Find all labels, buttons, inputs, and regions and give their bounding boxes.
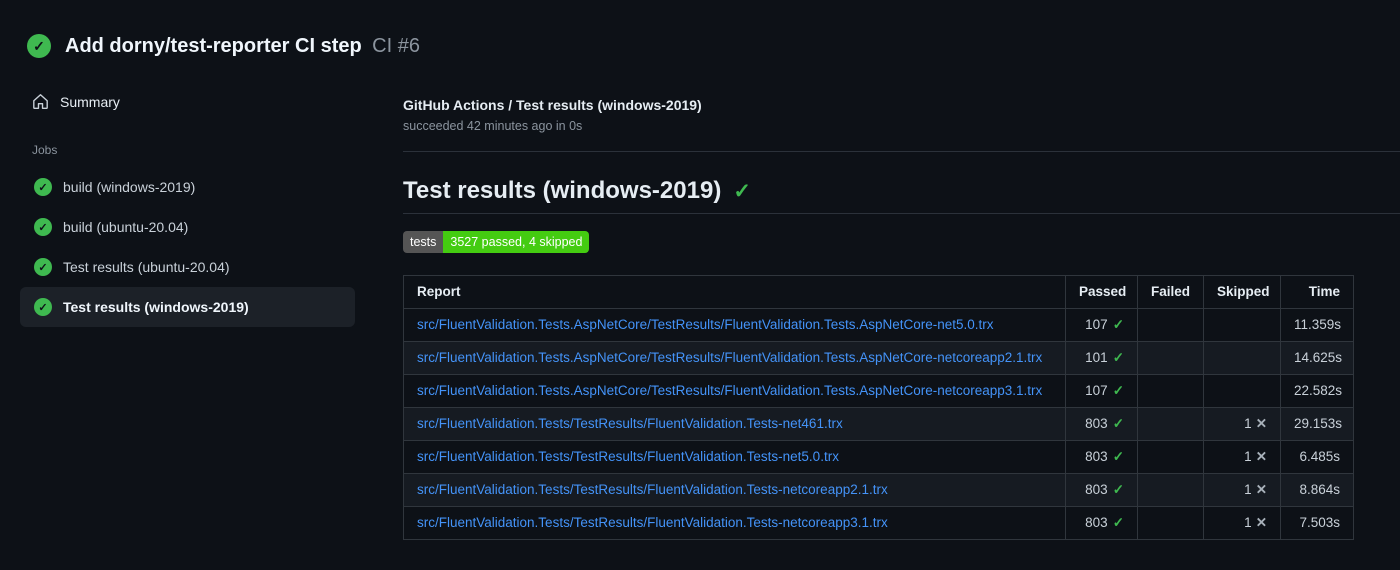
- skipped-cell: 1 ✕: [1203, 473, 1281, 507]
- skipped-cell: 1 ✕: [1203, 506, 1281, 540]
- report-link[interactable]: src/FluentValidation.Tests/TestResults/F…: [417, 416, 843, 431]
- table-row: src/FluentValidation.Tests/TestResults/F…: [403, 440, 1354, 474]
- badge-label: tests: [403, 231, 444, 253]
- table-row: src/FluentValidation.Tests.AspNetCore/Te…: [403, 374, 1354, 408]
- job-label: Test results (windows-2019): [63, 299, 249, 315]
- sidebar-item-build-windows-2019[interactable]: ✓ build (windows-2019): [20, 167, 355, 207]
- x-icon: ✕: [1255, 416, 1267, 431]
- check-icon: ✓: [1112, 317, 1124, 332]
- x-icon: ✕: [1255, 515, 1267, 530]
- test-results-table: Report Passed Failed Skipped Time src/Fl…: [403, 275, 1354, 540]
- skipped-cell: 1 ✕: [1203, 440, 1281, 474]
- sidebar-item-test-results-ubuntu-2004[interactable]: ✓ Test results (ubuntu-20.04): [20, 247, 355, 287]
- column-header-passed: Passed: [1065, 275, 1138, 309]
- passed-cell: 803 ✓: [1065, 440, 1138, 474]
- report-link[interactable]: src/FluentValidation.Tests/TestResults/F…: [417, 515, 888, 530]
- skipped-cell: [1203, 341, 1281, 375]
- report-cell: src/FluentValidation.Tests.AspNetCore/Te…: [403, 308, 1066, 342]
- time-cell: 22.582s: [1280, 374, 1354, 408]
- run-status-line: succeeded 42 minutes ago in 0s: [403, 119, 583, 133]
- report-cell: src/FluentValidation.Tests/TestResults/F…: [403, 473, 1066, 507]
- report-link[interactable]: src/FluentValidation.Tests/TestResults/F…: [417, 482, 888, 497]
- column-header-skipped: Skipped: [1203, 275, 1281, 309]
- failed-cell: [1137, 473, 1204, 507]
- sidebar-item-test-results-windows-2019[interactable]: ✓ Test results (windows-2019): [20, 287, 355, 327]
- report-cell: src/FluentValidation.Tests/TestResults/F…: [403, 407, 1066, 441]
- failed-cell: [1137, 374, 1204, 408]
- failed-cell: [1137, 407, 1204, 441]
- report-link[interactable]: src/FluentValidation.Tests/TestResults/F…: [417, 449, 839, 464]
- table-header-row: Report Passed Failed Skipped Time: [403, 275, 1354, 309]
- check-run-panel: GitHub Actions / Test results (windows-2…: [355, 64, 1400, 540]
- time-cell: 29.153s: [1280, 407, 1354, 441]
- failed-cell: [1137, 308, 1204, 342]
- check-icon: ✓: [1112, 383, 1124, 398]
- time-cell: 8.864s: [1280, 473, 1354, 507]
- check-icon: ✓: [1112, 482, 1124, 497]
- job-label: Test results (ubuntu-20.04): [63, 259, 230, 275]
- time-cell: 7.503s: [1280, 506, 1354, 540]
- report-link[interactable]: src/FluentValidation.Tests.AspNetCore/Te…: [417, 350, 1042, 365]
- table-row: src/FluentValidation.Tests/TestResults/F…: [403, 473, 1354, 507]
- failed-cell: [1137, 506, 1204, 540]
- failed-cell: [1137, 341, 1204, 375]
- jobs-heading: Jobs: [32, 143, 58, 157]
- x-icon: ✕: [1255, 482, 1267, 497]
- time-cell: 11.359s: [1280, 308, 1354, 342]
- passed-cell: 101 ✓: [1065, 341, 1138, 375]
- report-cell: src/FluentValidation.Tests/TestResults/F…: [403, 506, 1066, 540]
- run-header: ✓ Add dorny/test-reporter CI step CI #6: [0, 0, 1400, 64]
- header-divider: [403, 151, 1400, 152]
- failed-cell: [1137, 440, 1204, 474]
- report-cell: src/FluentValidation.Tests.AspNetCore/Te…: [403, 374, 1066, 408]
- check-icon: ✓: [1112, 416, 1124, 431]
- jobs-sidebar: Summary Jobs ✓ build (windows-2019) ✓ bu…: [0, 64, 355, 327]
- check-icon: ✓: [1112, 515, 1124, 530]
- test-results-table-body: src/FluentValidation.Tests.AspNetCore/Te…: [403, 308, 1354, 540]
- report-link[interactable]: src/FluentValidation.Tests.AspNetCore/Te…: [417, 317, 994, 332]
- badge-value: 3527 passed, 4 skipped: [443, 231, 590, 253]
- report-cell: src/FluentValidation.Tests/TestResults/F…: [403, 440, 1066, 474]
- sidebar-summary-label: Summary: [60, 93, 120, 110]
- column-header-report: Report: [403, 275, 1066, 309]
- check-circle-icon: ✓: [34, 218, 52, 236]
- time-cell: 14.625s: [1280, 341, 1354, 375]
- check-icon: ✓: [733, 179, 751, 203]
- passed-cell: 803 ✓: [1065, 506, 1138, 540]
- sidebar-item-build-ubuntu-2004[interactable]: ✓ build (ubuntu-20.04): [20, 207, 355, 247]
- breadcrumb: GitHub Actions / Test results (windows-2…: [403, 97, 702, 113]
- report-link[interactable]: src/FluentValidation.Tests.AspNetCore/Te…: [417, 383, 1042, 398]
- table-row: src/FluentValidation.Tests/TestResults/F…: [403, 506, 1354, 540]
- skipped-cell: [1203, 374, 1281, 408]
- column-header-time: Time: [1280, 275, 1354, 309]
- check-circle-icon: ✓: [34, 298, 52, 316]
- job-label: build (windows-2019): [63, 179, 196, 195]
- table-row: src/FluentValidation.Tests.AspNetCore/Te…: [403, 308, 1354, 342]
- check-icon: ✓: [1112, 449, 1124, 464]
- section-title: Test results (windows-2019): [403, 177, 722, 204]
- tests-badge: tests 3527 passed, 4 skipped: [403, 231, 590, 253]
- success-check-circle-icon: ✓: [27, 34, 51, 58]
- sidebar-item-summary[interactable]: Summary: [20, 84, 355, 119]
- table-row: src/FluentValidation.Tests.AspNetCore/Te…: [403, 341, 1354, 375]
- check-icon: ✓: [1112, 350, 1124, 365]
- run-title: Add dorny/test-reporter CI step: [65, 34, 362, 57]
- passed-cell: 803 ✓: [1065, 473, 1138, 507]
- job-label: build (ubuntu-20.04): [63, 219, 189, 235]
- run-ref: CI #6: [372, 34, 420, 57]
- report-cell: src/FluentValidation.Tests.AspNetCore/Te…: [403, 341, 1066, 375]
- passed-cell: 107 ✓: [1065, 308, 1138, 342]
- passed-cell: 803 ✓: [1065, 407, 1138, 441]
- check-circle-icon: ✓: [34, 178, 52, 196]
- time-cell: 6.485s: [1280, 440, 1354, 474]
- skipped-cell: 1 ✕: [1203, 407, 1281, 441]
- check-circle-icon: ✓: [34, 258, 52, 276]
- skipped-cell: [1203, 308, 1281, 342]
- column-header-failed: Failed: [1137, 275, 1204, 309]
- x-icon: ✕: [1255, 449, 1267, 464]
- passed-cell: 107 ✓: [1065, 374, 1138, 408]
- table-row: src/FluentValidation.Tests/TestResults/F…: [403, 407, 1354, 441]
- home-icon: [32, 93, 49, 110]
